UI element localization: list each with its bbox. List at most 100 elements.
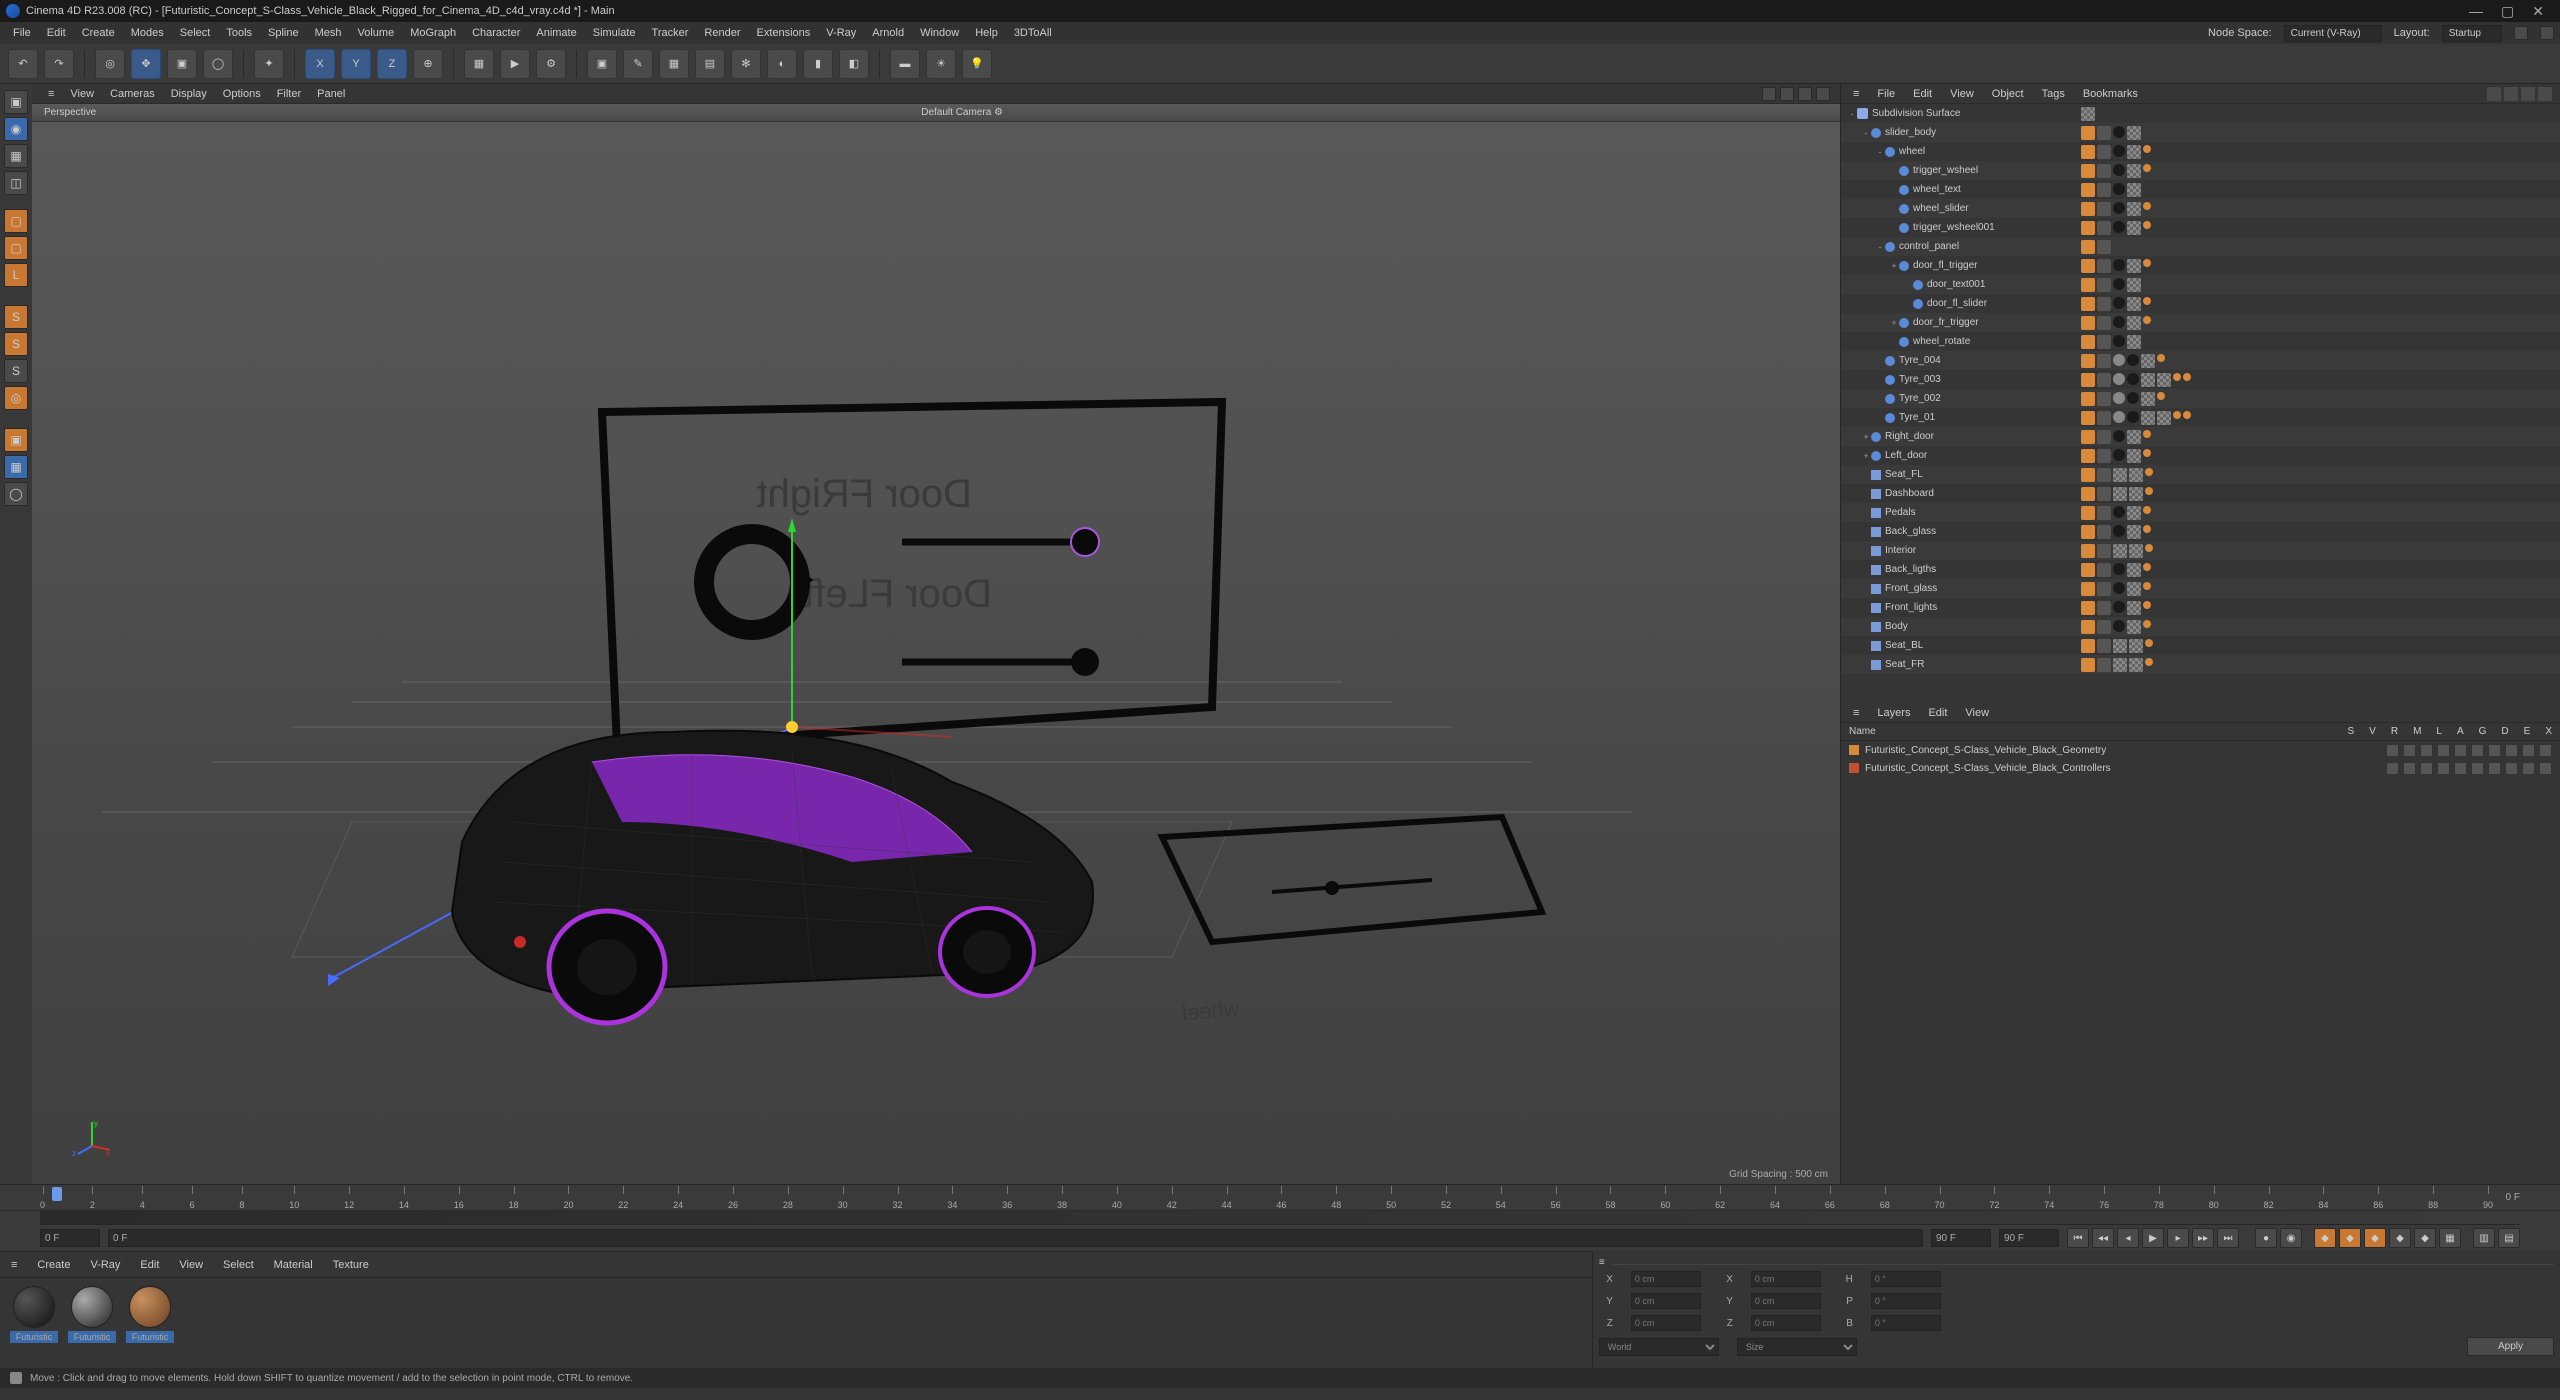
object-row[interactable]: wheel_rotate xyxy=(1841,332,2560,351)
tag-checker[interactable] xyxy=(2127,525,2141,539)
tag-orange[interactable] xyxy=(2081,449,2095,463)
object-row[interactable]: -wheel xyxy=(1841,142,2560,161)
key-scale-button[interactable]: ◆ xyxy=(2339,1228,2361,1248)
window-close[interactable]: ✕ xyxy=(2532,3,2544,20)
poly-mode-button[interactable]: L xyxy=(4,263,28,287)
tag-orange[interactable] xyxy=(2081,582,2095,596)
object-label[interactable]: slider_body xyxy=(1885,127,2560,138)
object-label[interactable]: Front_lights xyxy=(1885,602,2560,613)
axis-x-button[interactable]: X xyxy=(305,49,335,79)
tag-orange[interactable] xyxy=(2081,430,2095,444)
tag-orange-dot[interactable] xyxy=(2143,221,2151,229)
object-row[interactable]: Front_lights xyxy=(1841,598,2560,617)
object-label[interactable]: Back_glass xyxy=(1885,526,2560,537)
layer-toggle[interactable] xyxy=(2403,762,2416,775)
tag-orange[interactable] xyxy=(2081,335,2095,349)
tag-checker[interactable] xyxy=(2127,449,2141,463)
tag-black-dot[interactable] xyxy=(2113,506,2125,518)
layer-toggle[interactable] xyxy=(2437,744,2450,757)
layersmenu-edit[interactable]: Edit xyxy=(1924,705,1951,721)
tag-checker[interactable] xyxy=(2141,373,2155,387)
layer-toggle[interactable] xyxy=(2471,744,2484,757)
goto-end-button[interactable]: ⏭ xyxy=(2217,1228,2239,1248)
prev-key-button[interactable]: ◂◂ xyxy=(2092,1228,2114,1248)
layer-row[interactable]: Futuristic_Concept_S-Class_Vehicle_Black… xyxy=(1841,759,2560,777)
tag-orange-dot[interactable] xyxy=(2145,544,2153,552)
object-label[interactable]: trigger_wsheel xyxy=(1913,165,2560,176)
key-param-button[interactable]: ◆ xyxy=(2414,1228,2436,1248)
tag-gray[interactable] xyxy=(2097,316,2111,330)
layer-toggle[interactable] xyxy=(2420,762,2433,775)
layer-toggle[interactable] xyxy=(2522,762,2535,775)
tag-orange-dot[interactable] xyxy=(2143,601,2151,609)
object-label[interactable]: Interior xyxy=(1885,545,2560,556)
field-button[interactable]: ◐ xyxy=(767,49,797,79)
tag-black-dot[interactable] xyxy=(2113,316,2125,328)
obj-search-icon[interactable] xyxy=(2487,87,2501,101)
tag-gray[interactable] xyxy=(2097,411,2111,425)
object-row[interactable]: -Subdivision Surface xyxy=(1841,104,2560,123)
key-rot-button[interactable]: ◆ xyxy=(2364,1228,2386,1248)
tag-orange-dot[interactable] xyxy=(2183,411,2191,419)
object-label[interactable]: Seat_FL xyxy=(1885,469,2560,480)
snap-s1-button[interactable]: S xyxy=(4,305,28,329)
expander-icon[interactable]: + xyxy=(1889,318,1899,328)
tag-black-dot[interactable] xyxy=(2113,620,2125,632)
tag-orange[interactable] xyxy=(2081,506,2095,520)
tag-dot[interactable] xyxy=(2113,373,2125,385)
coord-y-pos-input[interactable] xyxy=(1631,1293,1701,1309)
object-row[interactable]: Tyre_01 xyxy=(1841,408,2560,427)
tag-gray[interactable] xyxy=(2097,563,2111,577)
menu-animate[interactable]: Animate xyxy=(529,24,583,42)
object-row[interactable]: Tyre_002 xyxy=(1841,389,2560,408)
objmenu-file[interactable]: File xyxy=(1873,86,1899,102)
tag-orange[interactable] xyxy=(2081,525,2095,539)
tag-checker[interactable] xyxy=(2127,430,2141,444)
vp-nav-icon-3[interactable] xyxy=(1798,87,1812,101)
viewport-solo2-button[interactable]: ▦ xyxy=(4,455,28,479)
cloner-button[interactable]: ✻ xyxy=(731,49,761,79)
tag-orange[interactable] xyxy=(2081,468,2095,482)
object-row[interactable]: wheel_slider xyxy=(1841,199,2560,218)
object-label[interactable]: wheel_slider xyxy=(1913,203,2560,214)
tag-orange-dot[interactable] xyxy=(2183,373,2191,381)
menu-window[interactable]: Window xyxy=(913,24,966,42)
object-row[interactable]: Tyre_004 xyxy=(1841,351,2560,370)
tag-orange-dot[interactable] xyxy=(2143,259,2151,267)
material-thumb[interactable]: Futuristic xyxy=(68,1286,116,1343)
tag-gray[interactable] xyxy=(2097,183,2111,197)
model-mode-button[interactable]: ◉ xyxy=(4,117,28,141)
snap-s3-button[interactable]: S xyxy=(4,359,28,383)
tag-orange-dot[interactable] xyxy=(2173,411,2181,419)
tag-black-dot[interactable] xyxy=(2113,430,2125,442)
tag-checker[interactable] xyxy=(2127,145,2141,159)
objmenu-object[interactable]: Object xyxy=(1988,86,2028,102)
tag-checker[interactable] xyxy=(2127,202,2141,216)
material-thumb[interactable]: Futuristic xyxy=(126,1286,174,1343)
object-label[interactable]: Right_door xyxy=(1885,431,2560,442)
tag-checker[interactable] xyxy=(2127,563,2141,577)
tag-gray[interactable] xyxy=(2097,449,2111,463)
floor-button[interactable]: ▬ xyxy=(890,49,920,79)
tag-checker[interactable] xyxy=(2127,183,2141,197)
tag-gray[interactable] xyxy=(2097,278,2111,292)
layer-toggle[interactable] xyxy=(2488,744,2501,757)
tag-gray[interactable] xyxy=(2097,658,2111,672)
layer-toggle[interactable] xyxy=(2505,744,2518,757)
material-thumb[interactable]: Futuristic xyxy=(10,1286,58,1343)
tag-gray[interactable] xyxy=(2097,620,2111,634)
objmenu-edit[interactable]: Edit xyxy=(1909,86,1936,102)
vp-menu-options[interactable]: Options xyxy=(217,86,267,102)
tag-checker[interactable] xyxy=(2127,335,2141,349)
menu-modes[interactable]: Modes xyxy=(124,24,171,42)
object-row[interactable]: +Right_door xyxy=(1841,427,2560,446)
tag-black-dot[interactable] xyxy=(2127,392,2139,404)
tag-orange[interactable] xyxy=(2081,126,2095,140)
menu-3dtoall[interactable]: 3DToAll xyxy=(1007,24,1059,42)
tag-gray[interactable] xyxy=(2097,221,2111,235)
config-icon-2[interactable] xyxy=(2540,26,2554,40)
nodespace-dropdown[interactable]: Current (V-Ray) xyxy=(2284,25,2382,42)
next-key-button[interactable]: ▸▸ xyxy=(2192,1228,2214,1248)
tag-gray[interactable] xyxy=(2097,373,2111,387)
tag-orange[interactable] xyxy=(2081,145,2095,159)
